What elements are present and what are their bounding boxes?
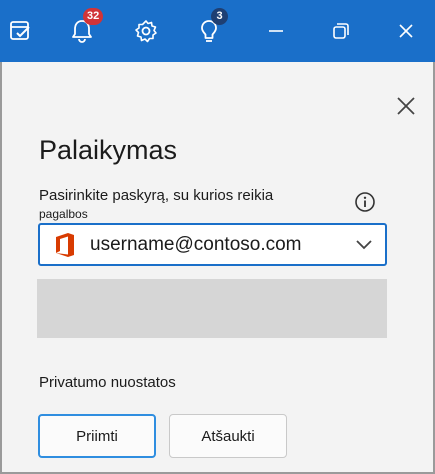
support-panel xyxy=(0,62,435,474)
notifications-button[interactable]: 32 xyxy=(55,0,109,62)
content-placeholder xyxy=(37,279,387,338)
tasks-icon xyxy=(10,21,30,40)
accept-button[interactable]: Priimti xyxy=(38,414,156,458)
minimize-button[interactable] xyxy=(249,0,303,62)
tips-button[interactable]: 3 xyxy=(182,0,236,62)
account-label: Pasirinkite paskyrą, su kurios reikia xyxy=(39,187,274,204)
account-dropdown[interactable]: username@contoso.com xyxy=(38,223,387,266)
cancel-button[interactable]: Atšaukti xyxy=(169,414,287,458)
panel-close-button[interactable] xyxy=(394,94,418,118)
tips-badge: 3 xyxy=(211,8,228,25)
info-button[interactable] xyxy=(354,191,376,213)
close-icon xyxy=(397,97,415,115)
restore-button[interactable] xyxy=(314,0,368,62)
gear-icon xyxy=(135,20,157,43)
office-logo-icon xyxy=(56,233,74,257)
selected-account: username@contoso.com xyxy=(90,234,302,255)
minimize-icon xyxy=(269,30,283,32)
window-close-button[interactable] xyxy=(379,0,433,62)
info-icon xyxy=(355,192,375,212)
page-title: Palaikymas xyxy=(39,135,178,165)
settings-button[interactable] xyxy=(119,0,173,62)
restore-icon xyxy=(333,23,349,39)
tasks-button[interactable] xyxy=(0,0,48,62)
notifications-badge: 32 xyxy=(83,8,104,25)
close-icon xyxy=(399,24,413,38)
title-bar: 32 3 xyxy=(0,0,435,62)
privacy-settings-link[interactable]: Privatumo nuostatos xyxy=(39,374,176,391)
account-label-continued: pagalbos xyxy=(39,207,88,221)
chevron-down-icon xyxy=(356,240,372,250)
